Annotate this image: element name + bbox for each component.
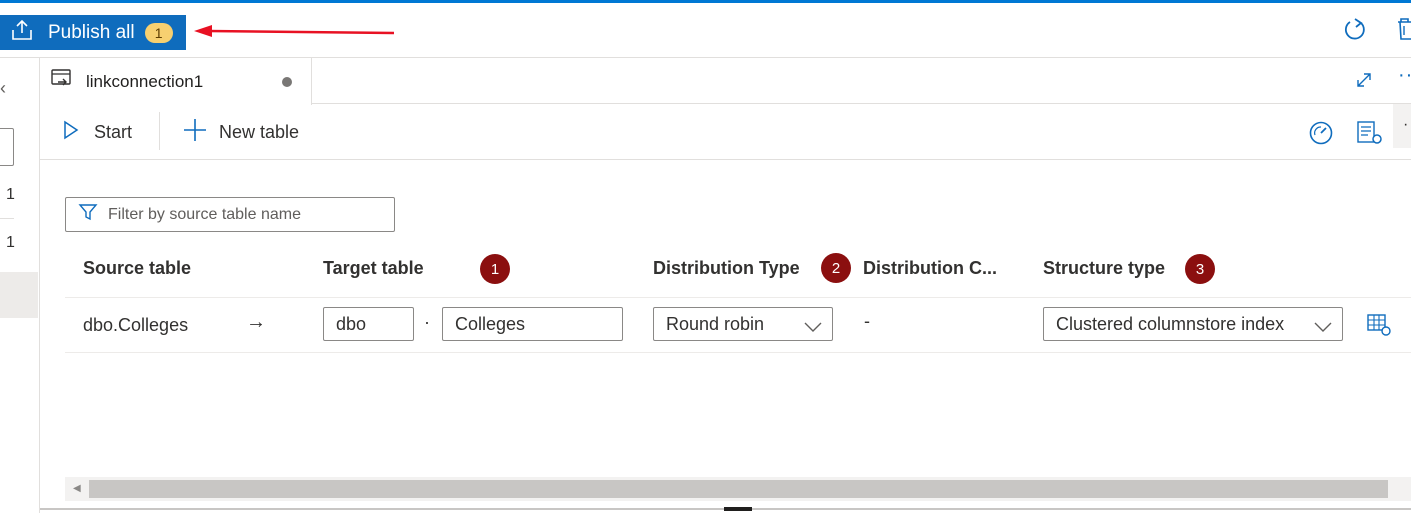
filter-icon: [78, 202, 98, 227]
filter-input[interactable]: [108, 205, 378, 224]
toolbar-divider: [159, 112, 160, 150]
monitor-gauge-icon[interactable]: [1308, 120, 1334, 151]
left-pane-selected-item[interactable]: [0, 272, 38, 318]
header-structure-type: Structure type: [1043, 258, 1166, 278]
divider: [0, 218, 14, 219]
toolbar-overflow-button[interactable]: ·: [1393, 104, 1411, 148]
left-pane-item-count[interactable]: 1: [6, 234, 15, 252]
annotation-badge-2: 2: [821, 253, 851, 283]
header-source-table: Source table: [83, 258, 192, 278]
unsaved-indicator: [282, 77, 292, 87]
left-pane-input[interactable]: [0, 128, 14, 166]
discard-icon[interactable]: [1396, 17, 1411, 46]
schema-separator: ·: [424, 312, 430, 332]
target-table-input[interactable]: Colleges: [442, 307, 623, 341]
start-label: Start: [94, 121, 133, 142]
header-distribution-type: Distribution Type: [653, 258, 800, 278]
new-table-button[interactable]: New table: [183, 104, 299, 160]
mapping-arrow-icon: →: [246, 311, 266, 333]
play-icon: [62, 120, 80, 145]
pending-changes-badge: 1: [144, 22, 173, 43]
target-schema-input[interactable]: dbo: [323, 307, 414, 341]
start-button[interactable]: Start: [62, 104, 132, 160]
left-pane: ‹ 1 1: [0, 58, 40, 513]
header-target-table: Target table: [323, 258, 424, 278]
scroll-left-icon[interactable]: ◀: [73, 483, 81, 494]
more-options-icon[interactable]: ··: [1398, 64, 1411, 87]
annotation-arrow: [194, 25, 395, 37]
annotation-badge-3: 3: [1185, 254, 1215, 284]
table-divider: [65, 297, 1411, 298]
annotation-badge-1: 1: [480, 254, 510, 284]
header-distribution-column: Distribution C...: [863, 258, 997, 278]
link-connection-icon: [50, 68, 74, 95]
publish-all-label: Publish all: [48, 21, 135, 43]
new-table-label: New table: [219, 121, 300, 142]
source-table-name: dbo.Colleges: [83, 315, 189, 335]
table-divider: [65, 352, 1411, 353]
top-bar: Publish all 1: [0, 0, 1411, 58]
structure-type-select[interactable]: Clustered columnstore index: [1043, 307, 1343, 341]
upload-icon: [10, 18, 34, 47]
collapse-chevron-icon[interactable]: ‹: [0, 78, 6, 99]
tab-linkconnection1[interactable]: linkconnection1: [40, 58, 312, 105]
table-settings-icon[interactable]: [1366, 313, 1392, 342]
refresh-icon[interactable]: [1341, 16, 1369, 49]
expand-icon[interactable]: [1354, 70, 1374, 95]
filter-box[interactable]: [65, 197, 395, 232]
toolbar: Start New table ·: [40, 104, 1411, 160]
chevron-down-icon: [1314, 317, 1332, 338]
horizontal-scrollbar[interactable]: ◀: [65, 477, 1411, 501]
overflow-label: ·: [1403, 116, 1409, 133]
resize-handle[interactable]: [724, 507, 752, 511]
plus-icon: [183, 118, 207, 147]
tab-title: linkconnection1: [86, 71, 204, 91]
distribution-type-value: Round robin: [666, 313, 765, 334]
scrollbar-thumb[interactable]: [89, 480, 1388, 498]
distribution-type-select[interactable]: Round robin: [653, 307, 833, 341]
publish-all-button[interactable]: Publish all 1: [0, 15, 186, 50]
structure-type-value: Clustered columnstore index: [1056, 313, 1285, 334]
distribution-column-value: -: [864, 311, 870, 331]
left-pane-item-count[interactable]: 1: [6, 186, 15, 204]
properties-icon[interactable]: [1356, 120, 1384, 151]
tab-strip: linkconnection1 ··: [40, 58, 1411, 105]
chevron-down-icon: [804, 317, 822, 338]
